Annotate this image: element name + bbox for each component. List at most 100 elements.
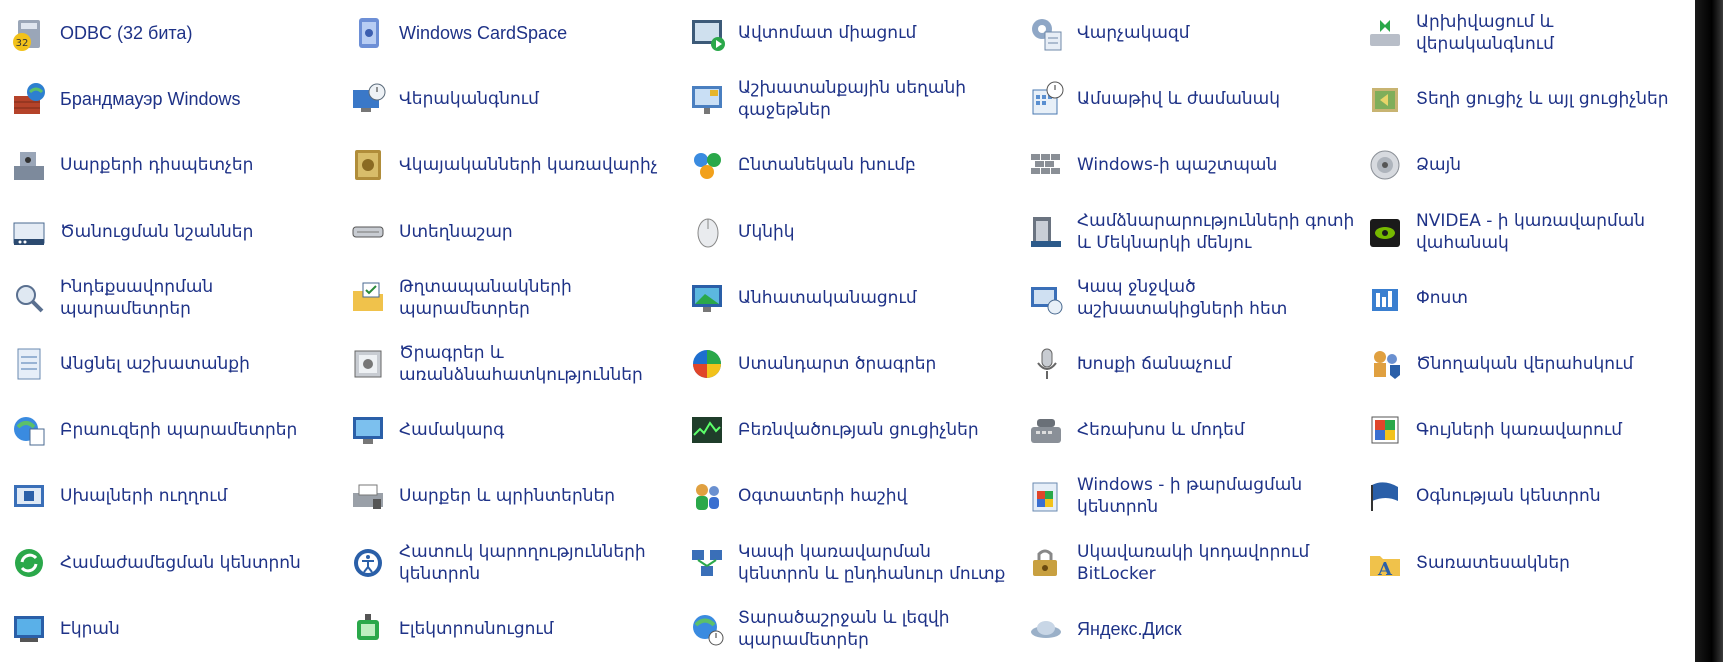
item-label: Windows CardSpace (399, 23, 568, 44)
item-label: Տարածաշրջան և լեզվի պարամետրեր (738, 607, 950, 650)
item-label: Яндекс.Диск (1077, 618, 1182, 639)
sync-center-icon (8, 542, 50, 584)
item-label: Windows - ի թարմացման կենտրոն (1077, 475, 1303, 518)
control-panel-item[interactable]: Windows - ի թարմացման կենտրոն (1017, 463, 1356, 529)
control-panel-item[interactable]: Ինդեքսավորման պարամետրեր (0, 265, 339, 331)
item-label: Ստեղնաշար (399, 221, 513, 242)
control-panel-item[interactable]: A Տառատեսակներ (1356, 530, 1695, 596)
yandex-disk-icon (1025, 608, 1067, 650)
taskbar-start-icon (1025, 211, 1067, 253)
control-panel-item[interactable]: Էլեկտրոսնուցում (339, 596, 678, 662)
autoplay-icon (686, 12, 728, 54)
control-panel-item[interactable]: Ընտանեկան խումբ (678, 132, 1017, 198)
svg-text:32: 32 (16, 38, 29, 49)
control-panel-item[interactable]: Անցնել աշխատանքի (0, 331, 339, 397)
folder-options-icon (347, 277, 389, 319)
control-panel-item[interactable]: Փոստ (1356, 265, 1695, 331)
control-panel-item[interactable]: Սկավառակի կոդավորում BitLocker (1017, 530, 1356, 596)
backup-restore-icon (1364, 12, 1406, 54)
control-panel-item[interactable]: Օգտատերի հաշիվ (678, 463, 1017, 529)
item-label: Ծնողական վերահսկում (1416, 354, 1634, 375)
nvidia-icon (1364, 211, 1406, 253)
control-panel-item[interactable]: Բրաուզերի պարամետրեր (0, 397, 339, 463)
item-label: Սարքեր և պրինտերներ (399, 486, 616, 507)
item-label: Սխալների ուղղում (60, 486, 228, 507)
control-panel-item[interactable]: Թղտապանակների պարամետրեր (339, 265, 678, 331)
ease-of-access-icon (347, 542, 389, 584)
item-label: Արխիվացում և վերականգնում (1416, 12, 1554, 55)
item-label: Ամսաթիվ և ժամանակ (1077, 89, 1281, 110)
control-panel-item[interactable]: Մկնիկ (678, 199, 1017, 265)
control-panel-item[interactable]: Ստեղնաշար (339, 199, 678, 265)
item-label: Օգնության կենտրոն (1416, 486, 1601, 507)
control-panel-item[interactable]: Տեղի ցուցիչ և այլ ցուցիչներ (1356, 66, 1695, 132)
control-panel-item[interactable]: Windows CardSpace (339, 0, 678, 66)
control-panel-item[interactable]: Windows-ի պաշտպան (1017, 132, 1356, 198)
control-panel-item[interactable]: Брандмауэр Windows (0, 66, 339, 132)
windows-update-icon (1025, 475, 1067, 517)
bitlocker-icon (1025, 542, 1067, 584)
color-management-icon (1364, 409, 1406, 451)
control-panel-item[interactable]: Սարքերի դիսպետչեր (0, 132, 339, 198)
notification-icons-icon (8, 211, 50, 253)
control-panel-item[interactable]: Օգնության կենտրոն (1356, 463, 1695, 529)
control-panel-item[interactable]: Կապ ջնջված աշխատակիցների հետ (1017, 265, 1356, 331)
control-panel-item[interactable]: Яндекс.Диск (1017, 596, 1356, 662)
control-panel-item[interactable]: Վերականգնում (339, 66, 678, 132)
control-panel-item[interactable]: Սխալների ուղղում (0, 463, 339, 529)
item-label: Ստանդարտ ծրագրեր (738, 354, 937, 375)
item-label: Ինդեքսավորման պարամետրեր (60, 276, 214, 319)
control-panel-item[interactable]: Բեռնվածության ցուցիչներ (678, 397, 1017, 463)
control-panel-item[interactable]: Համաժամեցման կենտրոն (0, 530, 339, 596)
control-panel-item[interactable]: NVIDEA - ի կառավարման վահանակ (1356, 199, 1695, 265)
control-panel-item[interactable]: Արխիվացում և վերականգնում (1356, 0, 1695, 66)
programs-features-icon (347, 343, 389, 385)
remoteapp-icon (1025, 277, 1067, 319)
fonts-icon: A (1364, 542, 1406, 584)
control-panel-item[interactable]: Աշխատանքային սեղանի գաջեթներ (678, 66, 1017, 132)
item-label: Հեռախոս և մոդեմ (1077, 420, 1245, 441)
control-panel-item[interactable]: Սարքեր և պրինտերներ (339, 463, 678, 529)
control-panel-item[interactable]: Տարածաշրջան և լեզվի պարամետրեր (678, 596, 1017, 662)
item-label: Փոստ (1416, 287, 1468, 308)
item-label: Սարքերի դիսպետչեր (60, 155, 254, 176)
control-panel-item[interactable]: Ստանդարտ ծրագրեր (678, 331, 1017, 397)
item-label: Տառատեսակներ (1416, 552, 1570, 573)
item-label: Գույների կառավարում (1416, 420, 1623, 441)
control-panel-item[interactable]: Ձայն (1356, 132, 1695, 198)
control-panel-item[interactable]: Ավտոմատ միացում (678, 0, 1017, 66)
control-panel-item[interactable]: Ծնողական վերահսկում (1356, 331, 1695, 397)
control-panel-item[interactable]: Խոսքի ճանաչում (1017, 331, 1356, 397)
control-panel-item[interactable]: Համակարգ (339, 397, 678, 463)
item-label: Հատուկ կարողությունների կենտրոն (399, 541, 646, 584)
control-panel-item[interactable]: Գույների կառավարում (1356, 397, 1695, 463)
control-panel-item[interactable]: Ծանուցման նշաններ (0, 199, 339, 265)
item-label: Ծրագրեր և առանձնահատկություններ (399, 343, 643, 386)
empty-cell (1356, 596, 1695, 662)
personalization-icon (686, 277, 728, 319)
control-panel-item[interactable]: Անհատականացում (678, 265, 1017, 331)
control-panel-item[interactable]: Ծրագրեր և առանձնահատկություններ (339, 331, 678, 397)
control-panel-item[interactable]: Վարչակազմ (1017, 0, 1356, 66)
credential-manager-icon (347, 144, 389, 186)
region-language-icon (686, 608, 728, 650)
item-label: Windows-ի պաշտպան (1077, 155, 1278, 176)
control-panel-item[interactable]: Համձնարարությունների գոտի և Մեկնարկի մեն… (1017, 199, 1356, 265)
item-label: Համաժամեցման կենտրոն (60, 552, 301, 573)
item-label: Էկրան (60, 618, 120, 639)
indexing-icon (8, 277, 50, 319)
item-label: Էլեկտրոսնուցում (399, 618, 554, 639)
control-panel-item[interactable]: Էկրան (0, 596, 339, 662)
item-label: Կապի կառավարման կենտրոն և ընդհանուր մուտ… (738, 541, 1006, 584)
control-panel-item[interactable]: Հեռախոս և մոդեմ (1017, 397, 1356, 463)
item-label: Վկայականների կառավարիչ (399, 155, 658, 176)
control-panel-item[interactable]: 32 ODBC (32 бита) (0, 0, 339, 66)
control-panel-item[interactable]: Վկայականների կառավարիչ (339, 132, 678, 198)
control-panel-item[interactable]: Հատուկ կարողությունների կենտրոն (339, 530, 678, 596)
work-folders-icon (8, 343, 50, 385)
item-label: Օգտատերի հաշիվ (738, 486, 908, 507)
control-panel-item[interactable]: Ամսաթիվ և ժամանակ (1017, 66, 1356, 132)
control-panel-item[interactable]: Կապի կառավարման կենտրոն և ընդհանուր մուտ… (678, 530, 1017, 596)
control-panel-grid: 32 ODBC (32 бита) Windows CardSpace Ավտոմատ… (0, 0, 1695, 662)
firewall-icon (8, 78, 50, 120)
